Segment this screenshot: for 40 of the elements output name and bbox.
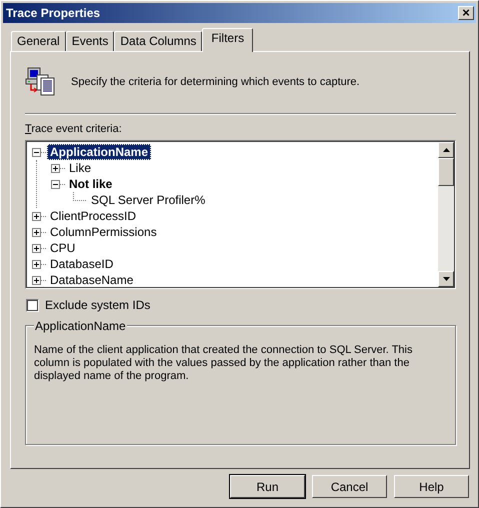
expand-icon[interactable]	[32, 244, 41, 252]
expand-icon[interactable]	[32, 212, 41, 220]
tree-item[interactable]: DatabaseID	[47, 256, 116, 272]
group-title: ApplicationName	[34, 319, 127, 333]
dialog-button[interactable]: Help	[394, 475, 469, 498]
scrollbar[interactable]	[438, 142, 454, 287]
tab[interactable]: General	[11, 31, 66, 51]
up-arrow-icon	[442, 148, 450, 152]
tree-item[interactable]: ClientProcessID	[47, 208, 140, 224]
scroll-down-button[interactable]	[438, 271, 454, 287]
checkbox[interactable]	[26, 298, 39, 312]
expand-icon[interactable]	[51, 164, 60, 172]
close-button[interactable]: ×	[458, 6, 474, 20]
window-title: Trace Properties	[6, 6, 100, 20]
tree-item[interactable]: ColumnPermissions	[47, 224, 160, 240]
expand-icon[interactable]	[32, 260, 41, 268]
tree-item[interactable]: DatabaseName	[47, 272, 136, 287]
scroll-up-button[interactable]	[438, 142, 454, 158]
intro-text: Specify the criteria for determining which events to capture.	[71, 76, 360, 88]
tree-item[interactable]: Like	[66, 160, 94, 176]
tab[interactable]: Data Columns	[114, 31, 202, 51]
computer-document-icon	[25, 66, 57, 98]
dialog-button[interactable]: Run	[230, 475, 305, 498]
collapse-icon[interactable]	[32, 148, 41, 156]
tab[interactable]: Filters	[202, 28, 254, 52]
expand-icon[interactable]	[32, 276, 41, 284]
tree-item[interactable]: ApplicationName	[47, 144, 152, 160]
down-arrow-icon	[442, 277, 450, 281]
tree-item[interactable]: CPU	[47, 240, 78, 256]
criteria-label: Trace event criteria:	[25, 122, 123, 137]
expand-icon[interactable]	[32, 228, 41, 236]
scroll-thumb[interactable]	[438, 158, 454, 186]
tree-item[interactable]: SQL Server Profiler%	[88, 192, 208, 208]
description-text: Name of the client application that created the connection to SQL Server. This column is populated with the values passed by the application rather than the displayed name of the program.	[34, 344, 414, 383]
dialog-button[interactable]: Cancel	[312, 475, 387, 498]
criteria-tree[interactable]: ApplicationName Like Not like SQL Server Profiler% ClientProcessID ColumnPermissions CPU DatabaseID DatabaseName	[25, 140, 456, 289]
collapse-icon[interactable]	[51, 180, 60, 188]
tree-item[interactable]: Not like	[66, 176, 116, 192]
checkbox-label: Exclude system IDs	[45, 298, 150, 312]
tab[interactable]: Events	[66, 31, 114, 51]
